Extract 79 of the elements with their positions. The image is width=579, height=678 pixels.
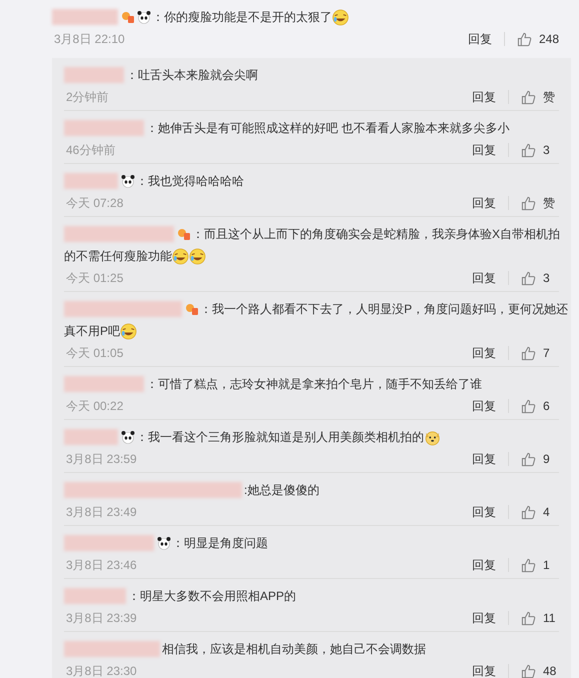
like-button[interactable]: 赞 xyxy=(521,88,559,106)
badge-icon xyxy=(121,10,135,24)
panda-icon xyxy=(121,430,135,444)
laughing-face-icon xyxy=(120,322,138,340)
comment-text: :她总是傻傻的 xyxy=(244,482,320,499)
reply-link[interactable]: 回复 xyxy=(472,88,496,106)
thumbs-up-icon xyxy=(521,452,536,466)
comment-time: 3月8日 23:46 xyxy=(66,557,137,574)
blurred-username xyxy=(64,173,118,189)
laughing-face-icon xyxy=(332,8,349,26)
comment-text: ：可惜了糕点，志玲女神就是拿来拍个皂片，随手不知丢给了谁 xyxy=(146,376,482,393)
thumbs-up-icon xyxy=(521,398,536,414)
badge-icon xyxy=(185,302,199,316)
blurred-username xyxy=(64,588,126,604)
comment-time: 今天 01:05 xyxy=(66,345,124,362)
comment-time: 3月8日 23:39 xyxy=(66,610,137,627)
like-button[interactable]: 3 xyxy=(521,141,559,159)
thumbs-up-icon xyxy=(516,32,532,46)
comment-time: 今天 07:28 xyxy=(66,195,124,212)
thumbs-up-icon xyxy=(521,90,536,104)
comment-time: 3月8日 23:49 xyxy=(66,504,137,521)
like-button[interactable]: 248 xyxy=(516,30,559,48)
thumbs-up-icon xyxy=(521,610,536,626)
comment-text: 的不需任何瘦脸功能 xyxy=(64,248,172,265)
laughing-face-icon xyxy=(172,248,189,264)
comment-text: ：我也觉得哈哈哈哈 xyxy=(136,173,244,190)
like-button[interactable]: 9 xyxy=(521,450,559,468)
comment-text: ：明星大多数不会用照相APP的 xyxy=(128,588,296,605)
reply-link[interactable]: 回复 xyxy=(472,141,496,159)
comment-time: 3月8日 23:30 xyxy=(66,663,137,678)
comment-time: 3月8日 22:10 xyxy=(54,31,125,48)
thumbs-up-icon xyxy=(521,504,536,520)
panda-icon xyxy=(157,536,171,550)
like-button[interactable]: 4 xyxy=(521,503,559,521)
comment-time: 2分钟前 xyxy=(66,89,109,106)
dog-face-icon xyxy=(424,428,441,446)
comment-text: ：我一看这个三角形脸就知道是别人用美颜类相机拍的 xyxy=(136,429,424,446)
like-button[interactable]: 3 xyxy=(521,269,559,287)
like-button[interactable]: 7 xyxy=(521,344,559,362)
panda-icon xyxy=(137,10,151,24)
badge-icon xyxy=(177,227,191,241)
comment-time: 3月8日 23:59 xyxy=(66,451,137,468)
reply-link[interactable]: 回复 xyxy=(472,450,496,468)
panda-icon xyxy=(121,174,135,188)
reply-link[interactable]: 回复 xyxy=(472,344,496,362)
reply-link[interactable]: 回复 xyxy=(472,609,496,627)
thumbs-up-icon xyxy=(521,558,536,572)
blurred-username xyxy=(64,67,124,83)
reply-link[interactable]: 回复 xyxy=(472,662,496,678)
thumbs-up-icon xyxy=(521,196,536,210)
thumbs-up-icon xyxy=(521,664,536,678)
like-button[interactable]: 11 xyxy=(521,609,559,627)
comment-text: ：明显是角度问题 xyxy=(172,535,268,552)
comment-text: 真不用P吧 xyxy=(64,323,120,340)
reply-link[interactable]: 回复 xyxy=(472,556,496,574)
comment-time: 今天 00:22 xyxy=(66,398,124,415)
reply-link[interactable]: 回复 xyxy=(472,269,496,287)
like-button[interactable]: 赞 xyxy=(521,194,559,212)
comment-time: 今天 01:25 xyxy=(66,270,124,287)
comment-text: ：你的瘦脸功能是不是开的太狠了 xyxy=(152,9,332,26)
comment-text: ：她伸舌头是有可能照成这样的好吧 也不看看人家脸本来就多尖多小 xyxy=(146,120,510,137)
thumbs-up-icon xyxy=(521,142,536,158)
comment-text: 相信我，应该是相机自动美颜，她自己不会调数据 xyxy=(162,641,426,658)
thumbs-up-icon xyxy=(521,346,536,360)
comment-text: ：我一个路人都看不下去了，人明显没P，角度问题好吗，更何况她还 xyxy=(200,301,568,318)
reply-link[interactable]: 回复 xyxy=(472,194,496,212)
thumbs-up-icon xyxy=(521,270,536,286)
blurred-username xyxy=(64,429,118,445)
reply-link[interactable]: 回复 xyxy=(472,503,496,521)
comment-text: ：吐舌头本来脸就会尖啊 xyxy=(126,67,258,84)
laughing-face-icon xyxy=(189,248,206,264)
reply-link[interactable]: 回复 xyxy=(468,30,492,48)
reply-link[interactable]: 回复 xyxy=(472,397,496,415)
like-button[interactable]: 6 xyxy=(521,397,559,415)
comment-text: ：而且这个从上而下的角度确实会是蛇精脸，我亲身体验X自带相机拍 xyxy=(192,226,560,243)
like-button[interactable]: 48 xyxy=(521,662,559,678)
blurred-username xyxy=(52,9,118,25)
like-button[interactable]: 1 xyxy=(521,556,559,574)
comment-time: 46分钟前 xyxy=(66,142,116,159)
